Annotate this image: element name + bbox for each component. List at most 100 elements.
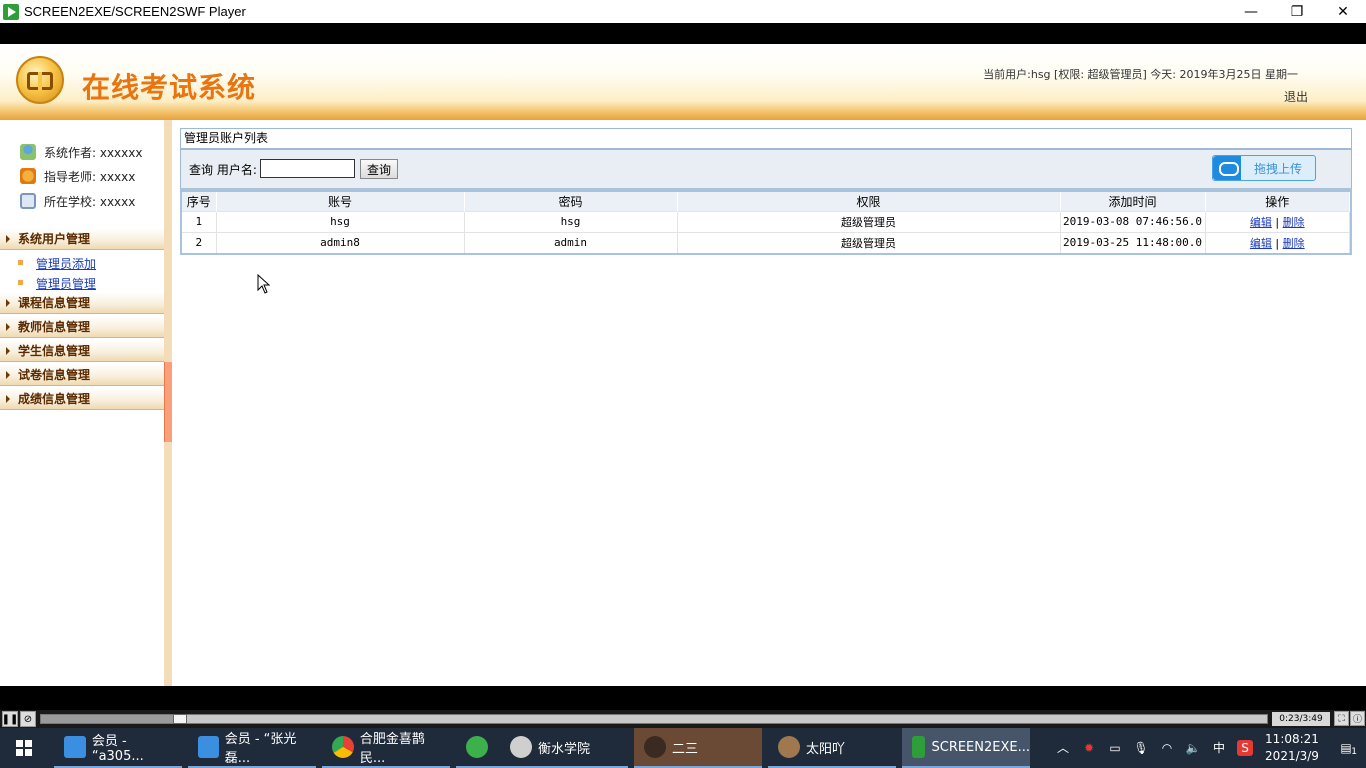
taskbar-item-label: 太阳吖 bbox=[806, 741, 846, 757]
microphone-icon[interactable]: 🎙 bbox=[1133, 740, 1149, 756]
exam-system-app: 在线考试系统 当前用户:hsg [权限: 超级管理员] 今天: 2019年3月2… bbox=[0, 44, 1366, 686]
menu-group-students[interactable]: 学生信息管理 bbox=[0, 340, 164, 362]
system-tray: ︿ ✹ ▭ 🎙 ◠ 🔈 中 S 11:08:21 2021/3/9 ▤ 1 bbox=[1050, 728, 1366, 768]
clock[interactable]: 11:08:21 2021/3/9 bbox=[1258, 731, 1326, 765]
delete-link[interactable]: 删除 bbox=[1283, 216, 1305, 229]
cloud-icon bbox=[1213, 156, 1241, 180]
taskbar-item-label: 衡水学院 bbox=[538, 741, 591, 757]
menu-group-system-users[interactable]: 系统用户管理 bbox=[0, 228, 164, 250]
menu-group-teachers[interactable]: 教师信息管理 bbox=[0, 316, 164, 338]
fullscreen-icon[interactable]: ⛶ bbox=[1334, 711, 1349, 726]
edit-link[interactable]: 编辑 bbox=[1250, 237, 1272, 250]
author-info: 系统作者: xxxxxx bbox=[20, 144, 142, 160]
cell-actions: 编辑 | 删除 bbox=[1205, 210, 1350, 232]
battery-icon[interactable]: ▭ bbox=[1107, 740, 1123, 756]
search-bar: 查询 用户名: 查询 拖拽上传 bbox=[180, 150, 1352, 188]
author-icon bbox=[20, 144, 36, 160]
window-title: SCREEN2EXE/SCREEN2SWF Player bbox=[24, 4, 246, 19]
cell-password: hsg bbox=[464, 210, 678, 232]
action-separator: | bbox=[1275, 236, 1280, 250]
column-header-password: 密码 bbox=[464, 192, 678, 211]
cell-role: 超级管理员 bbox=[677, 231, 1061, 253]
stop-button[interactable]: ⊘ bbox=[20, 711, 36, 727]
sidebar-splitter[interactable] bbox=[164, 120, 172, 686]
wifi-icon[interactable]: ◠ bbox=[1159, 740, 1175, 756]
username-search-input[interactable] bbox=[260, 159, 355, 178]
menu-group-papers[interactable]: 试卷信息管理 bbox=[0, 364, 164, 386]
close-button[interactable]: ✕ bbox=[1320, 0, 1366, 23]
column-header-role: 权限 bbox=[677, 192, 1061, 211]
avatar-icon bbox=[644, 736, 666, 758]
seek-progress bbox=[41, 715, 174, 723]
search-label: 查询 用户名: bbox=[189, 163, 257, 177]
upload-label: 拖拽上传 bbox=[1253, 161, 1302, 176]
box-app-icon bbox=[64, 736, 86, 758]
teacher-info: 指导老师: xxxxx bbox=[20, 168, 135, 184]
collapse-handle[interactable] bbox=[164, 362, 172, 442]
school-info: 所在学校: xxxxx bbox=[20, 193, 135, 209]
chevron-up-icon[interactable]: ︿ bbox=[1055, 740, 1071, 756]
screen2exe-app-icon bbox=[3, 3, 19, 20]
menu-item-add-admin[interactable]: 管理员添加 bbox=[17, 255, 96, 272]
system-title: 在线考试系统 bbox=[82, 71, 257, 104]
virus-icon[interactable]: ✹ bbox=[1081, 740, 1097, 756]
main-content: 管理员账户列表 查询 用户名: 查询 拖拽上传 序号 账号 密码 权限 添加时间… bbox=[172, 120, 1366, 686]
menu-group-courses[interactable]: 课程信息管理 bbox=[0, 292, 164, 314]
taskbar-item[interactable]: 衡水学院 bbox=[500, 728, 628, 768]
info-icon[interactable]: ⓘ bbox=[1350, 711, 1365, 726]
taskbar-item-label: 会员 - “a305... bbox=[91, 734, 144, 764]
cell-account: admin8 bbox=[216, 231, 465, 253]
taskbar-item[interactable]: SCREEN2EXE... bbox=[902, 728, 1030, 768]
sidebar: 系统作者: xxxxxx 指导老师: xxxxx 所在学校: xxxxx 系统用… bbox=[0, 120, 165, 686]
playback-time: 0:23/3:49 bbox=[1272, 712, 1330, 726]
search-button[interactable]: 查询 bbox=[360, 159, 398, 179]
avatar-icon bbox=[510, 736, 532, 758]
avatar-icon bbox=[778, 736, 800, 758]
admin-table: 序号 账号 密码 权限 添加时间 操作 1 hsg hsg 超级管理员 2019 bbox=[180, 188, 1352, 255]
mouse-cursor-icon bbox=[257, 273, 271, 297]
cell-added-time: 2019-03-08 07:46:56.0 bbox=[1060, 210, 1206, 232]
current-user-info: 当前用户:hsg [权限: 超级管理员] 今天: 2019年3月25日 星期一 bbox=[983, 68, 1298, 81]
cell-account: hsg bbox=[216, 210, 465, 232]
system-logo-icon bbox=[16, 56, 64, 104]
notification-count: 1 bbox=[1351, 747, 1357, 757]
cell-added-time: 2019-03-25 11:48:00.0 bbox=[1060, 231, 1206, 253]
drag-upload-button[interactable]: 拖拽上传 bbox=[1212, 155, 1316, 181]
edit-link[interactable]: 编辑 bbox=[1250, 216, 1272, 229]
player-controls: ❚❚ ⊘ 0:23/3:49 ⛶ ⓘ bbox=[0, 710, 1366, 728]
pause-button[interactable]: ❚❚ bbox=[2, 711, 18, 727]
sogou-icon[interactable]: S bbox=[1237, 740, 1253, 756]
delete-link[interactable]: 删除 bbox=[1283, 237, 1305, 250]
panel-title: 管理员账户列表 bbox=[180, 128, 1352, 150]
logout-link[interactable]: 退出 bbox=[1284, 88, 1308, 105]
box-app-icon bbox=[198, 736, 219, 758]
cell-no: 1 bbox=[182, 210, 217, 232]
ime-indicator[interactable]: 中 bbox=[1211, 740, 1227, 756]
screen2exe-icon bbox=[912, 736, 926, 758]
taskbar-item[interactable]: 会员 - “a305... bbox=[54, 728, 182, 768]
green-app-icon bbox=[466, 736, 488, 758]
taskbar-item[interactable] bbox=[456, 728, 500, 768]
minimize-button[interactable]: — bbox=[1228, 0, 1274, 23]
start-button[interactable] bbox=[0, 728, 48, 768]
column-header-account: 账号 bbox=[216, 192, 465, 211]
taskbar-item[interactable]: 会员 - “张光磊... bbox=[188, 728, 316, 768]
menu-group-scores[interactable]: 成绩信息管理 bbox=[0, 388, 164, 410]
seek-handle[interactable] bbox=[173, 714, 188, 724]
table-row: 2 admin8 admin 超级管理员 2019-03-25 11:48:00… bbox=[182, 231, 1350, 253]
restore-button[interactable]: ❐ bbox=[1274, 0, 1320, 23]
volume-icon[interactable]: 🔈 bbox=[1185, 740, 1201, 756]
taskbar-item[interactable]: 合肥金喜鹊民... bbox=[322, 728, 450, 768]
taskbar-item-label: SCREEN2EXE... bbox=[931, 739, 1030, 755]
cell-password: admin bbox=[464, 231, 678, 253]
site-header: 在线考试系统 当前用户:hsg [权限: 超级管理员] 今天: 2019年3月2… bbox=[0, 44, 1366, 120]
clock-date: 2021/3/9 bbox=[1265, 749, 1319, 763]
taskbar-item[interactable]: 二三 bbox=[634, 728, 762, 768]
windows-logo-icon bbox=[16, 740, 32, 756]
chrome-icon bbox=[332, 736, 354, 758]
notification-icon[interactable]: ▤ 1 bbox=[1331, 740, 1361, 757]
author-label: 系统作者: xxxxxx bbox=[44, 145, 143, 160]
menu-item-manage-admin[interactable]: 管理员管理 bbox=[17, 275, 96, 292]
taskbar-item[interactable]: 太阳吖 bbox=[768, 728, 896, 768]
seek-bar[interactable] bbox=[40, 714, 1268, 724]
